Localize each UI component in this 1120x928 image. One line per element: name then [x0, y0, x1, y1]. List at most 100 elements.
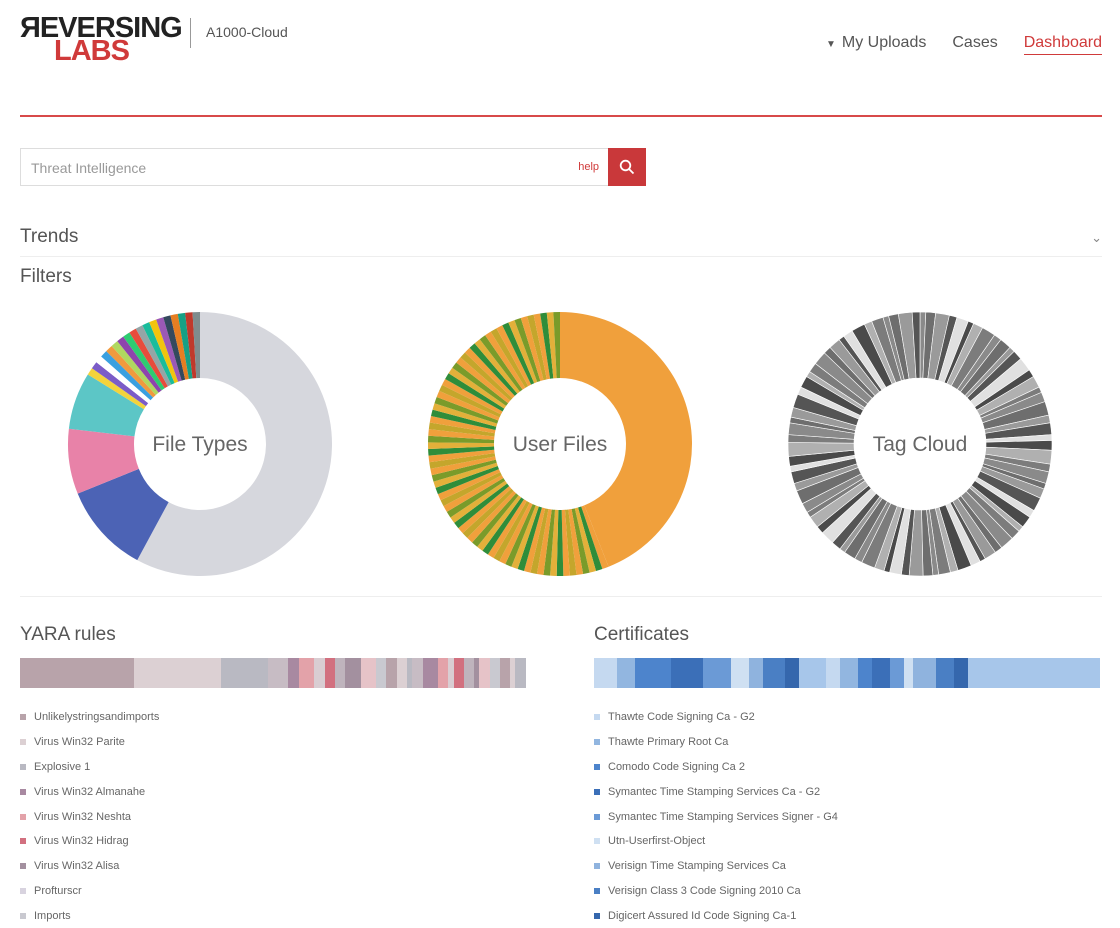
strip-segment[interactable]: [799, 658, 827, 688]
strip-segment[interactable]: [345, 658, 361, 688]
strip-segment[interactable]: [20, 658, 134, 688]
yara-rules-title: YARA rules: [20, 624, 116, 645]
yara-color-strip[interactable]: [20, 658, 526, 688]
strip-segment[interactable]: [826, 658, 841, 688]
certificate-item[interactable]: Symantec Time Stamping Services Ca - G2: [594, 779, 838, 804]
strip-segment[interactable]: [785, 658, 800, 688]
strip-segment[interactable]: [594, 658, 617, 688]
nav-dashboard[interactable]: Dashboard: [1023, 34, 1102, 55]
threat-intelligence-search: help: [20, 148, 646, 187]
strip-segment[interactable]: [221, 658, 268, 688]
search-input[interactable]: [29, 149, 553, 187]
certificate-item-label: Comodo Code Signing Ca 2: [608, 760, 745, 773]
legend-swatch: [594, 912, 600, 919]
strip-segment[interactable]: [438, 658, 449, 688]
certificate-item[interactable]: Symantec Time Stamping Services Signer -…: [594, 804, 838, 829]
strip-segment[interactable]: [334, 658, 346, 688]
top-nav: ▼ My Uploads Cases Dashboard: [826, 34, 1102, 55]
nav-my-uploads[interactable]: ▼ My Uploads: [826, 34, 926, 55]
strip-segment[interactable]: [703, 658, 731, 688]
dashboard-page: ЯEVERSING LABS A1000-Cloud ▼ My Uploads C…: [0, 0, 1120, 924]
certificate-item-label: Digicert Assured Id Code Signing Ca-1: [608, 909, 797, 922]
strip-segment[interactable]: [515, 658, 526, 688]
strip-segment[interactable]: [730, 658, 749, 688]
logo-divider: [190, 18, 191, 48]
certificate-item[interactable]: Comodo Code Signing Ca 2: [594, 755, 838, 780]
legend-swatch: [20, 912, 26, 919]
certificate-item[interactable]: Verisign Class 3 Code Signing 2010 Ca: [594, 879, 838, 904]
certificates-color-strip[interactable]: [594, 658, 1100, 688]
strip-segment[interactable]: [463, 658, 475, 688]
yara-rule-item-label: Virus Win32 Alisa: [34, 860, 120, 873]
yara-rule-item-label: Unlikelystringsandimports: [34, 711, 160, 724]
certificate-item[interactable]: Utn-Userfirst-Object: [594, 829, 838, 854]
yara-rule-item[interactable]: Explosive 1: [20, 755, 159, 780]
strip-segment[interactable]: [499, 658, 511, 688]
strip-segment[interactable]: [871, 658, 891, 688]
yara-rule-item[interactable]: Virus Win32 Neshta: [20, 804, 159, 829]
strip-segment[interactable]: [935, 658, 954, 688]
yara-rule-item[interactable]: Virus Win32 Parite: [20, 730, 159, 755]
nav-cases[interactable]: Cases: [952, 34, 997, 55]
strip-segment[interactable]: [267, 658, 289, 688]
yara-rule-item[interactable]: Imports: [20, 903, 159, 928]
legend-swatch: [594, 813, 600, 820]
strip-segment[interactable]: [858, 658, 872, 688]
strip-segment[interactable]: [840, 658, 859, 688]
help-link[interactable]: help: [578, 161, 599, 173]
user-files-label: User Files: [512, 433, 608, 456]
strip-segment[interactable]: [386, 658, 397, 688]
header-divider: [20, 115, 1102, 117]
legend-swatch: [594, 788, 600, 795]
strip-segment[interactable]: [324, 658, 335, 688]
certificate-item-label: Symantec Time Stamping Services Signer -…: [608, 810, 838, 823]
strip-segment[interactable]: [360, 658, 377, 688]
strip-segment[interactable]: [953, 658, 968, 688]
yara-rule-item[interactable]: Profturscr: [20, 879, 159, 904]
legend-swatch: [20, 739, 26, 746]
chevron-down-icon[interactable]: ⌄: [1091, 230, 1102, 246]
yara-rule-item-label: Virus Win32 Neshta: [34, 810, 132, 823]
strip-segment[interactable]: [479, 658, 490, 688]
legend-swatch: [594, 838, 600, 845]
section-divider: [20, 596, 1102, 597]
reversinglabs-logo[interactable]: ЯEVERSING LABS: [20, 14, 183, 66]
strip-segment[interactable]: [967, 658, 1100, 688]
strip-segment[interactable]: [890, 658, 904, 688]
caret-down-icon: ▼: [825, 39, 836, 50]
strip-segment[interactable]: [635, 658, 672, 688]
certificate-item[interactable]: Verisign Time Stamping Services Ca: [594, 854, 838, 879]
certificate-item[interactable]: Thawte Primary Root Ca: [594, 730, 838, 755]
strip-segment[interactable]: [288, 658, 299, 688]
strip-segment[interactable]: [412, 658, 423, 688]
certificate-item-label: Utn-Userfirst-Object: [608, 835, 706, 848]
strip-segment[interactable]: [762, 658, 786, 688]
strip-segment[interactable]: [376, 658, 387, 688]
search-button[interactable]: [608, 148, 646, 186]
yara-rule-item[interactable]: Unlikelystringsandimports: [20, 705, 159, 730]
certificate-item-label: Thawte Primary Root Ca: [608, 736, 729, 749]
trends-title: Trends: [20, 226, 79, 247]
trends-section[interactable]: Trends ⌄: [20, 226, 1102, 257]
strip-segment[interactable]: [616, 658, 635, 688]
strip-segment[interactable]: [133, 658, 222, 688]
strip-segment[interactable]: [396, 658, 408, 688]
strip-segment[interactable]: [903, 658, 913, 688]
strip-segment[interactable]: [314, 658, 325, 688]
yara-rule-item[interactable]: Virus Win32 Almanahe: [20, 779, 159, 804]
strip-segment[interactable]: [748, 658, 763, 688]
strip-segment[interactable]: [422, 658, 439, 688]
certificate-item[interactable]: Digicert Assured Id Code Signing Ca-1: [594, 903, 838, 928]
strip-segment[interactable]: [671, 658, 704, 688]
certificate-item[interactable]: Thawte Code Signing Ca - G2: [594, 705, 838, 730]
strip-segment[interactable]: [489, 658, 500, 688]
legend-swatch: [594, 863, 600, 870]
yara-rule-item-label: Virus Win32 Almanahe: [34, 785, 146, 798]
certificate-item-label: Symantec Time Stamping Services Ca - G2: [608, 785, 821, 798]
strip-segment[interactable]: [453, 658, 464, 688]
yara-rule-item[interactable]: Virus Win32 Alisa: [20, 854, 159, 879]
legend-swatch: [594, 739, 600, 746]
strip-segment[interactable]: [298, 658, 315, 688]
yara-rule-item[interactable]: Virus Win32 Hidrag: [20, 829, 159, 854]
strip-segment[interactable]: [912, 658, 936, 688]
